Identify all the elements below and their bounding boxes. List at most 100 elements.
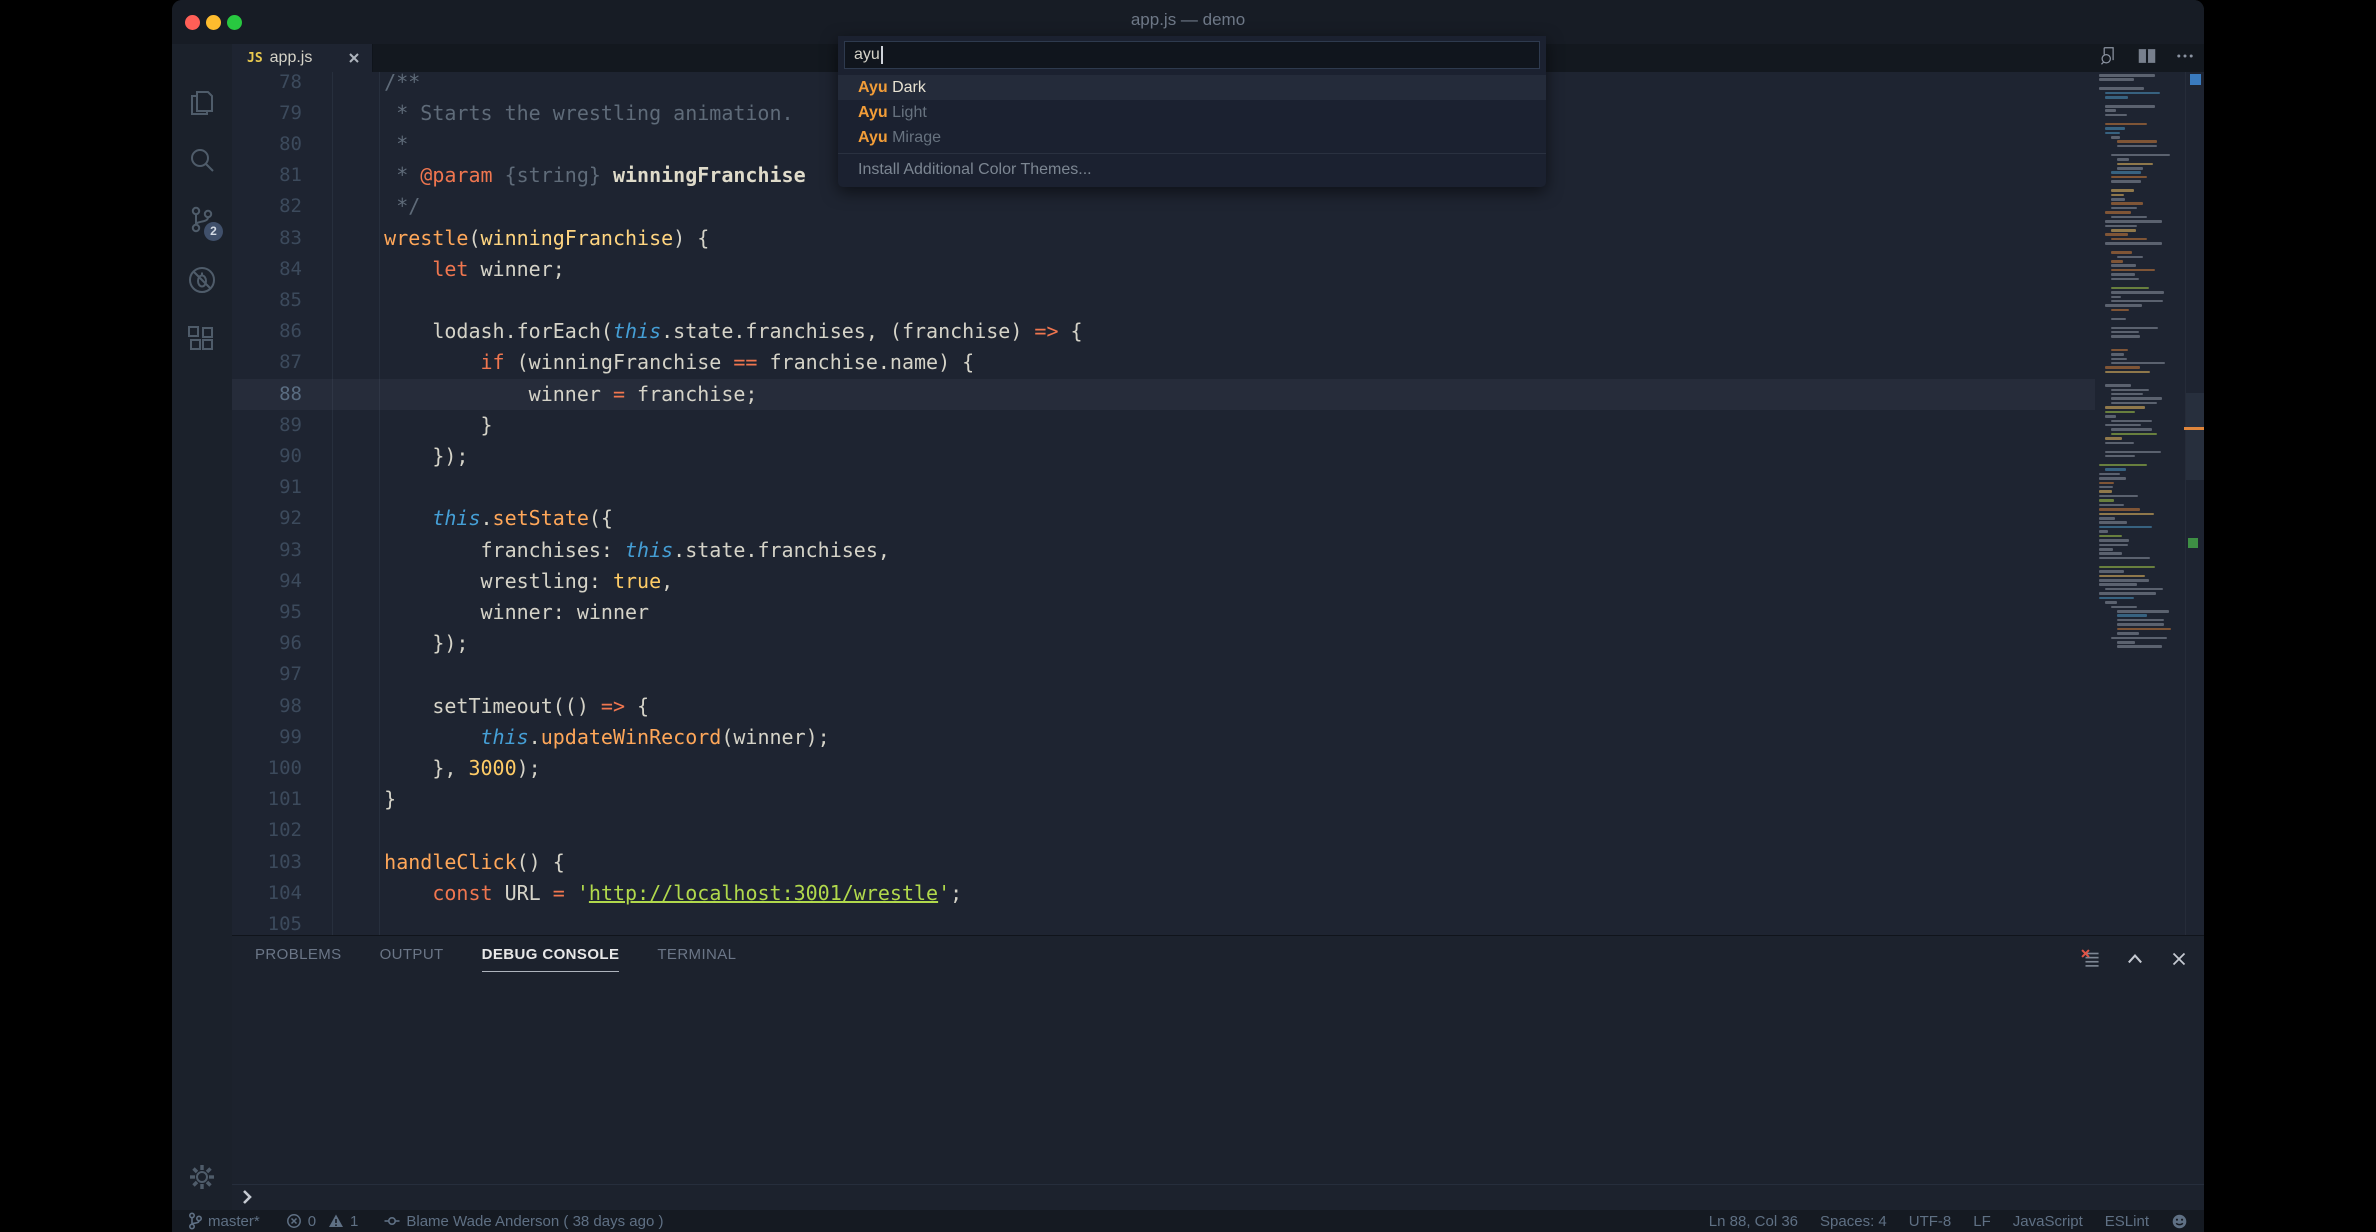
minimap-line [2105, 233, 2128, 236]
minimap-line [2105, 437, 2122, 440]
more-actions-icon[interactable] [2174, 45, 2196, 72]
minimap-line [2111, 296, 2121, 299]
console-prompt-icon[interactable] [239, 1189, 255, 1205]
code-line[interactable]: 91 [232, 472, 2204, 503]
close-panel-icon[interactable] [2168, 948, 2190, 975]
line-number: 94 [232, 566, 302, 597]
indentation-status[interactable]: Spaces: 4 [1820, 1213, 1887, 1230]
clear-console-icon[interactable] [2080, 948, 2102, 975]
linter-status[interactable]: ESLint [2105, 1213, 2149, 1230]
ruler-marker-blue [2190, 74, 2201, 85]
code-line[interactable]: 83 wrestle(winningFranchise) { [232, 223, 2204, 254]
minimap-line [2099, 592, 2156, 595]
ruler-marker-orange [2184, 427, 2204, 430]
code-line[interactable]: 88 winner = franchise; [232, 379, 2204, 410]
language-mode-status[interactable]: JavaScript [2013, 1213, 2083, 1230]
quick-pick-input[interactable]: ayu [844, 41, 1540, 69]
quick-pick-item-install-themes[interactable]: Install Additional Color Themes... [838, 157, 1546, 182]
tab-app-js[interactable]: JS app.js [232, 44, 373, 72]
minimap-line [2099, 74, 2155, 77]
eol-status[interactable]: LF [1973, 1213, 1991, 1230]
code-line[interactable]: 86 lodash.forEach(this.state.franchises,… [232, 316, 2204, 347]
code-line[interactable]: 104 const URL = 'http://localhost:3001/w… [232, 878, 2204, 909]
code-line[interactable]: 96 }); [232, 628, 2204, 659]
minimap-line [2117, 645, 2162, 648]
extensions-icon[interactable] [186, 323, 218, 355]
minimap-line [2099, 473, 2120, 476]
search-icon[interactable] [186, 145, 218, 177]
code-line[interactable]: 87 if (winningFranchise == franchise.nam… [232, 347, 2204, 378]
tab-label: app.js [270, 49, 313, 67]
code-line[interactable]: 101 } [232, 784, 2204, 815]
status-bar: master* 0 1 Blame Wade Anderson ( 38 day… [172, 1210, 2204, 1232]
panel-tab-debug-console[interactable]: DEBUG CONSOLE [482, 946, 620, 972]
explorer-icon[interactable] [186, 87, 218, 119]
minimap-line [2117, 619, 2164, 622]
quick-pick-list: Ayu DarkAyu LightAyu Mirage [838, 75, 1546, 150]
quick-pick-item[interactable]: Ayu Dark [838, 75, 1546, 100]
code-line[interactable]: 82 */ [232, 191, 2204, 222]
code-line[interactable]: 85 [232, 285, 2204, 316]
minimap-line [2111, 171, 2141, 174]
git-branch-icon [188, 1212, 202, 1230]
branch-status[interactable]: master* [188, 1212, 260, 1230]
minimap-line [2099, 557, 2150, 560]
panel-tab-terminal[interactable]: TERMINAL [657, 946, 736, 972]
minimap-line [2117, 163, 2153, 166]
line-number: 90 [232, 441, 302, 472]
minimap-line [2111, 207, 2137, 210]
panel-tab-output[interactable]: OUTPUT [380, 946, 444, 972]
code-line[interactable]: 98 setTimeout(() => { [232, 691, 2204, 722]
minimap-line [2111, 433, 2157, 436]
code-line[interactable]: 93 franchises: this.state.franchises, [232, 535, 2204, 566]
code-line[interactable]: 90 }); [232, 441, 2204, 472]
code-line[interactable]: 103 handleClick() { [232, 847, 2204, 878]
minimap-line [2117, 167, 2143, 170]
code-line[interactable]: 105 [232, 909, 2204, 935]
code-line[interactable]: 99 this.updateWinRecord(winner); [232, 722, 2204, 753]
minimap-line [2105, 442, 2134, 445]
minimap-line [2099, 508, 2140, 511]
minimap-line [2111, 180, 2141, 183]
open-preview-icon[interactable] [2098, 45, 2120, 72]
panel-tab-problems[interactable]: PROBLEMS [255, 946, 342, 972]
editor-actions [2098, 44, 2196, 72]
source-control-icon[interactable]: 2 [186, 204, 218, 236]
encoding-status[interactable]: UTF-8 [1909, 1213, 1952, 1230]
minimap-line [2111, 389, 2149, 392]
tab-close-icon[interactable] [346, 50, 362, 66]
line-number: 81 [232, 160, 302, 191]
settings-gear-icon[interactable] [186, 1161, 218, 1193]
minimap[interactable] [2095, 72, 2185, 935]
debug-icon[interactable] [186, 264, 218, 296]
minimap-line [2105, 406, 2145, 409]
minimap-line [2111, 397, 2162, 400]
code-line[interactable]: 97 [232, 659, 2204, 690]
split-editor-icon[interactable] [2136, 45, 2158, 72]
minimap-line [2099, 566, 2155, 569]
code-line[interactable]: 95 winner: winner [232, 597, 2204, 628]
blame-status[interactable]: Blame Wade Anderson ( 38 days ago ) [384, 1213, 663, 1230]
vscode-window: app.js — demo 2 [172, 0, 2204, 1232]
minimap-line [2105, 424, 2141, 427]
code-line[interactable]: 92 this.setState({ [232, 503, 2204, 534]
cursor-position[interactable]: Ln 88, Col 36 [1709, 1213, 1798, 1230]
minimap-line [2117, 610, 2169, 613]
code-editor[interactable]: 78 /**79 * Starts the wrestling animatio… [232, 72, 2204, 935]
code-line[interactable]: 102 [232, 815, 2204, 846]
scrollbar-slider[interactable] [2186, 393, 2204, 480]
problems-status[interactable]: 0 1 [286, 1213, 359, 1230]
line-number: 91 [232, 472, 302, 503]
code-line[interactable]: 89 } [232, 410, 2204, 441]
feedback-smiley-icon[interactable] [2171, 1213, 2188, 1230]
warnings-icon [328, 1213, 344, 1229]
code-line[interactable]: 100 }, 3000); [232, 753, 2204, 784]
quick-pick-item[interactable]: Ayu Light [838, 100, 1546, 125]
code-line[interactable]: 84 let winner; [232, 254, 2204, 285]
minimap-line [2099, 521, 2127, 524]
code-line[interactable]: 94 wrestling: true, [232, 566, 2204, 597]
maximize-panel-icon[interactable] [2124, 948, 2146, 975]
minimap-line [2111, 287, 2149, 290]
line-number: 79 [232, 98, 302, 129]
quick-pick-item[interactable]: Ayu Mirage [838, 125, 1546, 150]
